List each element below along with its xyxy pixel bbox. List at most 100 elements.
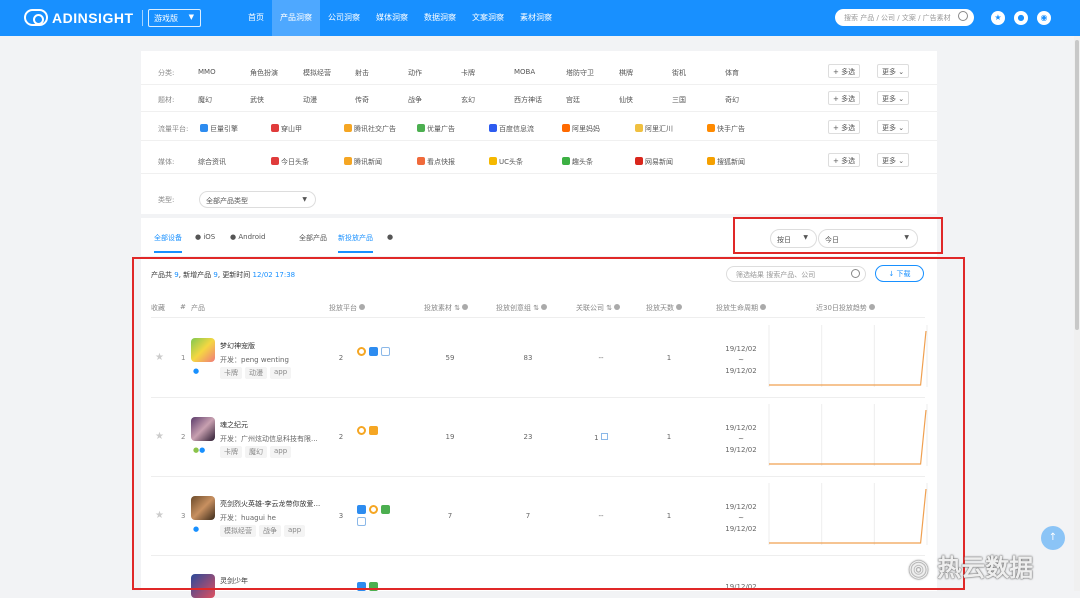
- filter-option[interactable]: 卡牌: [461, 68, 475, 78]
- tab-all-products[interactable]: 全部产品: [299, 233, 327, 243]
- sohu-news-icon: [707, 157, 715, 165]
- date-select[interactable]: 今日 ▼: [818, 229, 918, 248]
- filter-option[interactable]: 武侠: [250, 95, 264, 105]
- global-search-input[interactable]: 搜索 产品 / 公司 / 文案 / 广告素材: [835, 9, 974, 26]
- filter-option[interactable]: 搜狐新闻: [707, 157, 745, 167]
- nav-media-insight[interactable]: 媒体洞察: [368, 0, 416, 36]
- kandian-icon: [417, 157, 425, 165]
- filter-option[interactable]: MMO: [198, 68, 216, 76]
- filter-option[interactable]: 今日头条: [271, 157, 309, 167]
- filter-option[interactable]: 玄幻: [461, 95, 475, 105]
- more-button[interactable]: 更多 ⌄: [877, 153, 910, 167]
- multi-select-button[interactable]: + 多选: [828, 91, 861, 105]
- filter-option[interactable]: 传奇: [355, 95, 369, 105]
- filter-option[interactable]: 阿里汇川: [635, 124, 673, 134]
- filter-option[interactable]: 奇幻: [725, 95, 739, 105]
- filter-option[interactable]: 三国: [672, 95, 686, 105]
- filter-label: 分类:: [158, 69, 175, 77]
- filter-option-label: 腾讯社交广告: [354, 125, 396, 133]
- notification-icon[interactable]: ●: [1014, 11, 1028, 25]
- search-icon[interactable]: [958, 11, 968, 21]
- filter-option[interactable]: 宫廷: [566, 95, 580, 105]
- star-icon[interactable]: ★: [991, 11, 1005, 25]
- nav-company-insight[interactable]: 公司洞察: [320, 0, 368, 36]
- filter-label: 题材:: [158, 96, 175, 104]
- filter-option-label: 穿山甲: [281, 125, 302, 133]
- product-type-select[interactable]: 全部产品类型 ▼: [199, 191, 316, 208]
- scrollbar-thumb[interactable]: [1075, 40, 1079, 330]
- ocean-engine-icon: [200, 124, 208, 132]
- filter-option[interactable]: 综合资讯: [198, 157, 226, 167]
- filter-option-label: 阿里妈妈: [572, 125, 600, 133]
- user-icon[interactable]: ◉: [1037, 11, 1051, 25]
- filter-option[interactable]: 优量广告: [417, 124, 455, 134]
- filter-option[interactable]: 腾讯新闻: [344, 157, 382, 167]
- huichuan-icon: [635, 124, 643, 132]
- filter-option-label: 百度信息流: [499, 125, 534, 133]
- multi-select-button[interactable]: + 多选: [828, 120, 861, 134]
- filter-option-label: 快手广告: [717, 125, 745, 133]
- search-placeholder: 搜索 产品 / 公司 / 文案 / 广告素材: [844, 14, 951, 22]
- filter-option[interactable]: 看点快报: [417, 157, 455, 167]
- more-button[interactable]: 更多 ⌄: [877, 91, 910, 105]
- filter-option-label: 看点快报: [427, 158, 455, 166]
- back-to-top-button[interactable]: ↑: [1041, 526, 1065, 550]
- multi-select-button[interactable]: + 多选: [828, 153, 861, 167]
- version-select[interactable]: 游戏版 ▼: [148, 9, 201, 27]
- filter-option[interactable]: 阿里妈妈: [562, 124, 600, 134]
- filter-option-label: 腾讯新闻: [354, 158, 382, 166]
- pangle-icon: [271, 124, 279, 132]
- filter-option[interactable]: 穿山甲: [271, 124, 302, 134]
- nav-copy-insight[interactable]: 文案洞察: [464, 0, 512, 36]
- filter-option[interactable]: 网易新闻: [635, 157, 673, 167]
- filter-option[interactable]: 魔幻: [198, 95, 212, 105]
- date-value: 今日: [825, 236, 839, 244]
- filter-option[interactable]: 塔防守卫: [566, 68, 594, 78]
- weibo-icon: ◎: [908, 554, 929, 582]
- filter-label: 类型:: [158, 196, 175, 204]
- apple-icon: ●: [195, 233, 202, 241]
- filter-option[interactable]: 模拟经营: [303, 68, 331, 78]
- nav-product-insight[interactable]: 产品洞察: [272, 0, 320, 36]
- more-button[interactable]: 更多 ⌄: [877, 64, 910, 78]
- period-select[interactable]: 按日 ▼: [770, 229, 817, 248]
- brand-logo[interactable]: ADINSIGHT: [24, 9, 134, 26]
- tab-android[interactable]: ● Android: [230, 233, 265, 241]
- nav-data-insight[interactable]: 数据洞察: [416, 0, 464, 36]
- kuaishou-icon: [707, 124, 715, 132]
- filter-option[interactable]: 角色扮演: [250, 68, 278, 78]
- filter-option-label: 网易新闻: [645, 158, 673, 166]
- multi-select-button[interactable]: + 多选: [828, 64, 861, 78]
- watermark-text: 热云数据: [937, 554, 1034, 582]
- filter-label: 流量平台:: [158, 125, 189, 133]
- tab-new-products[interactable]: 新投放产品: [338, 233, 373, 253]
- filter-option-label: 今日头条: [281, 158, 309, 166]
- filter-option[interactable]: 西方神话: [514, 95, 542, 105]
- filter-option[interactable]: 快手广告: [707, 124, 745, 134]
- filter-option[interactable]: 巨量引擎: [200, 124, 238, 134]
- filter-option[interactable]: 百度信息流: [489, 124, 534, 134]
- filter-option-label: 趣头条: [572, 158, 593, 166]
- filter-option[interactable]: 动作: [408, 68, 422, 78]
- filter-option[interactable]: MOBA: [514, 68, 535, 76]
- filter-option[interactable]: 仙侠: [619, 95, 633, 105]
- tab-all-devices[interactable]: 全部设备: [154, 233, 182, 253]
- filter-option[interactable]: 趣头条: [562, 157, 593, 167]
- nav-home[interactable]: 首页: [240, 0, 272, 36]
- info-icon[interactable]: ●: [387, 233, 393, 241]
- filter-option[interactable]: 动漫: [303, 95, 317, 105]
- filter-option[interactable]: 腾讯社交广告: [344, 124, 396, 134]
- tencent-ads-icon: [344, 124, 352, 132]
- filter-option[interactable]: 棋牌: [619, 68, 633, 78]
- filter-option[interactable]: 射击: [355, 68, 369, 78]
- youliang-icon: [417, 124, 425, 132]
- filter-option[interactable]: 街机: [672, 68, 686, 78]
- more-button[interactable]: 更多 ⌄: [877, 120, 910, 134]
- filter-option[interactable]: 体育: [725, 68, 739, 78]
- filter-option[interactable]: UC头条: [489, 157, 523, 167]
- filter-option[interactable]: 战争: [408, 95, 422, 105]
- divider: [142, 10, 143, 26]
- chevron-down-icon: ▼: [803, 234, 808, 241]
- nav-creative-insight[interactable]: 素材洞察: [512, 0, 560, 36]
- tab-ios[interactable]: ● iOS: [195, 233, 215, 241]
